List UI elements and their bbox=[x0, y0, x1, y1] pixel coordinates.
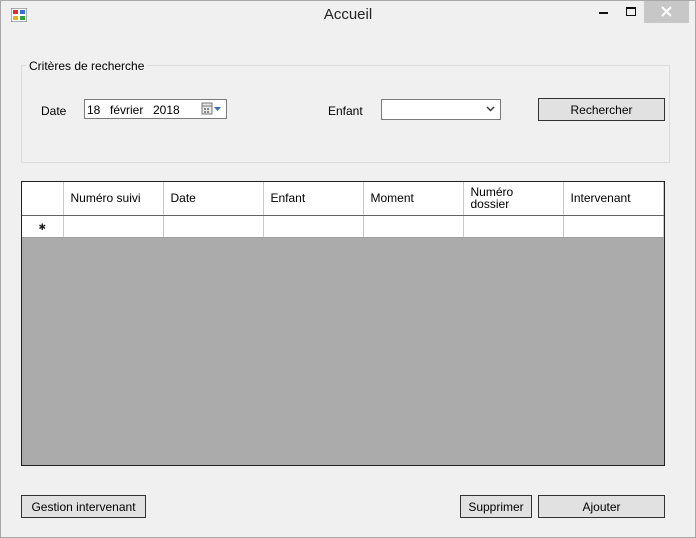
date-month[interactable]: février bbox=[110, 103, 143, 117]
child-label: Enfant bbox=[328, 104, 363, 118]
table-cell[interactable] bbox=[263, 215, 364, 238]
row-header-corner[interactable] bbox=[22, 182, 64, 216]
table-cell[interactable] bbox=[463, 215, 564, 238]
table-cell[interactable] bbox=[63, 215, 164, 238]
chevron-down-icon bbox=[486, 106, 495, 112]
minimize-icon bbox=[599, 12, 608, 14]
search-criteria-title: Critères de recherche bbox=[26, 59, 148, 73]
header-row: Numéro suivi Date Enfant Moment Numéro do… bbox=[22, 182, 664, 216]
close-icon bbox=[661, 6, 672, 17]
row-header[interactable]: ✱ bbox=[22, 215, 64, 238]
date-label: Date bbox=[41, 104, 67, 118]
results-table: Numéro suivi Date Enfant Moment Numéro do… bbox=[22, 182, 664, 238]
main-window: Accueil Critères de recherche Date 18 fé… bbox=[0, 0, 696, 538]
close-button[interactable] bbox=[644, 1, 689, 23]
column-header[interactable]: Intervenant bbox=[563, 182, 664, 216]
table-cell[interactable] bbox=[163, 215, 264, 238]
title-bar[interactable]: Accueil bbox=[1, 1, 695, 31]
calendar-dropdown-icon[interactable] bbox=[201, 102, 223, 116]
add-button[interactable]: Ajouter bbox=[538, 495, 665, 518]
column-header[interactable]: Numéro suivi bbox=[63, 182, 164, 216]
search-button[interactable]: Rechercher bbox=[538, 98, 665, 121]
column-header[interactable]: Date bbox=[163, 182, 264, 216]
child-combobox[interactable] bbox=[381, 99, 501, 120]
manage-staff-button[interactable]: Gestion intervenant bbox=[21, 495, 146, 518]
delete-button[interactable]: Supprimer bbox=[460, 495, 532, 518]
column-header[interactable]: Moment bbox=[363, 182, 464, 216]
date-year[interactable]: 2018 bbox=[153, 103, 180, 117]
maximize-button[interactable] bbox=[621, 1, 643, 23]
column-header[interactable]: Enfant bbox=[263, 182, 364, 216]
date-picker[interactable]: 18 février 2018 bbox=[84, 99, 227, 119]
column-header[interactable]: Numéro dossier bbox=[463, 182, 564, 216]
table-cell[interactable] bbox=[363, 215, 464, 238]
minimize-button[interactable] bbox=[589, 1, 619, 23]
table-cell[interactable] bbox=[563, 215, 664, 238]
new-row[interactable]: ✱ bbox=[22, 215, 664, 238]
results-grid[interactable]: Numéro suivi Date Enfant Moment Numéro do… bbox=[21, 181, 665, 466]
maximize-icon bbox=[626, 7, 636, 16]
date-day[interactable]: 18 bbox=[87, 103, 100, 117]
new-row-icon: ✱ bbox=[38, 222, 47, 232]
